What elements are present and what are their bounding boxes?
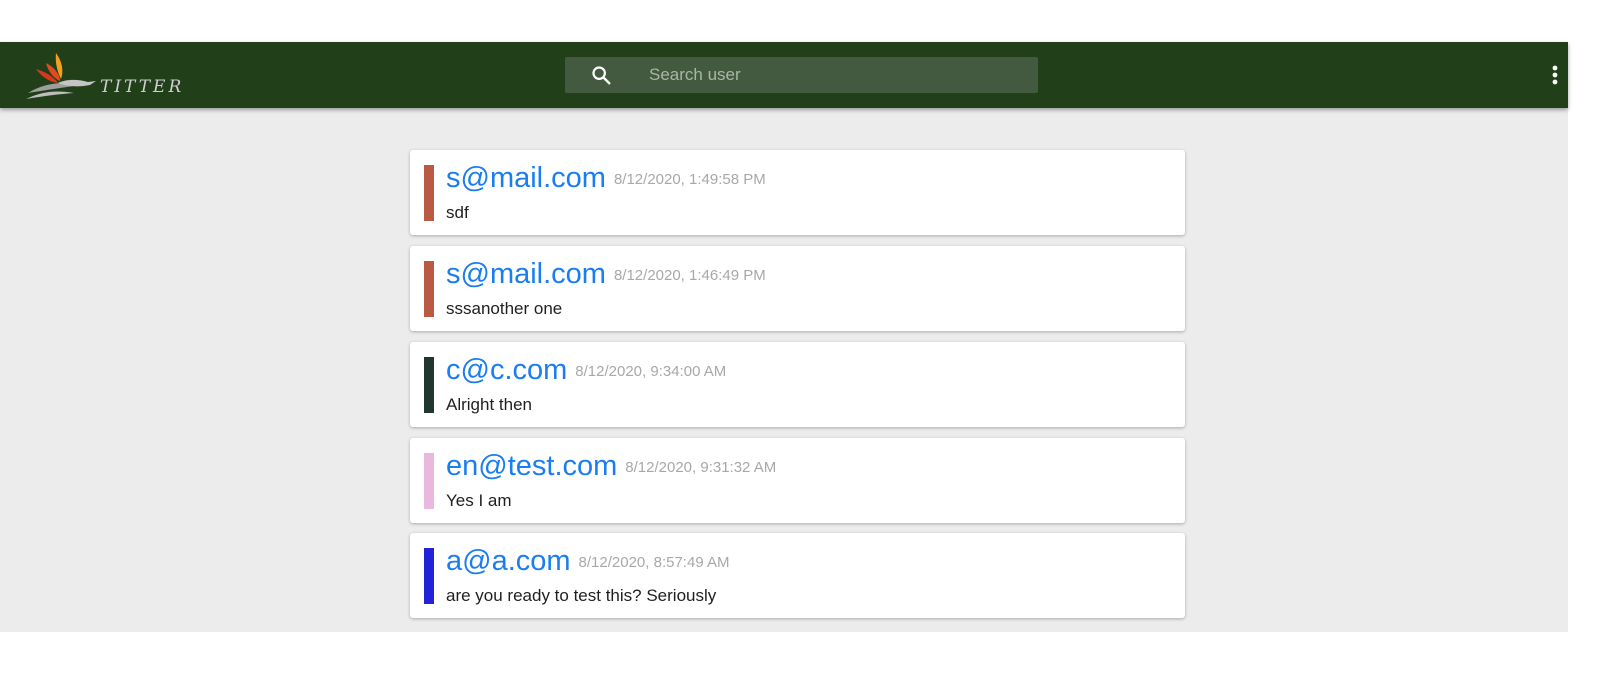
app-bar: TITTER	[0, 42, 1568, 108]
more-options-button[interactable]	[1543, 62, 1567, 88]
post-card[interactable]: s@mail.com 8/12/2020, 1:49:58 PM sdf	[410, 150, 1185, 235]
post-card[interactable]: en@test.com 8/12/2020, 9:31:32 AM Yes I a…	[410, 438, 1185, 523]
post-header: s@mail.com 8/12/2020, 1:46:49 PM	[446, 258, 766, 291]
more-vert-icon	[1552, 65, 1558, 85]
post-card[interactable]: s@mail.com 8/12/2020, 1:46:49 PM sssanoth…	[410, 246, 1185, 331]
user-color-bar	[424, 548, 434, 604]
feed: s@mail.com 8/12/2020, 1:49:58 PM sdf s@ma…	[0, 108, 1568, 632]
search-icon[interactable]	[590, 64, 612, 86]
bird-logo-icon	[26, 53, 96, 99]
app-logo[interactable]: TITTER	[22, 47, 181, 103]
user-color-bar	[424, 453, 434, 509]
post-timestamp: 8/12/2020, 9:34:00 AM	[575, 363, 727, 380]
post-author-email[interactable]: en@test.com	[446, 450, 617, 482]
post-header: c@c.com 8/12/2020, 9:34:00 AM	[446, 354, 726, 387]
user-color-bar	[424, 261, 434, 317]
user-color-bar	[424, 357, 434, 413]
post-card[interactable]: a@a.com 8/12/2020, 8:57:49 AM are you rea…	[410, 533, 1185, 618]
post-author-email[interactable]: c@c.com	[446, 354, 567, 386]
post-message: sdf	[446, 203, 469, 222]
post-timestamp: 8/12/2020, 1:49:58 PM	[613, 171, 766, 188]
post-timestamp: 8/12/2020, 1:46:49 PM	[613, 267, 766, 284]
post-timestamp: 8/12/2020, 9:31:32 AM	[625, 459, 777, 476]
post-author-email[interactable]: s@mail.com	[446, 258, 606, 290]
post-message: sssanother one	[446, 299, 563, 318]
post-timestamp: 8/12/2020, 8:57:49 AM	[578, 554, 730, 571]
post-author-email[interactable]: s@mail.com	[446, 162, 606, 194]
post-header: a@a.com 8/12/2020, 8:57:49 AM	[446, 545, 730, 578]
user-color-bar	[424, 165, 434, 221]
post-message: are you ready to test this? Seriously	[446, 586, 717, 605]
post-message: Alright then	[446, 395, 532, 414]
post-header: s@mail.com 8/12/2020, 1:49:58 PM	[446, 162, 766, 195]
post-header: en@test.com 8/12/2020, 9:31:32 AM	[446, 450, 776, 483]
search-box[interactable]	[565, 57, 1038, 93]
post-card[interactable]: c@c.com 8/12/2020, 9:34:00 AM Alright the…	[410, 342, 1185, 427]
search-input[interactable]	[649, 57, 1019, 93]
post-message: Yes I am	[446, 491, 512, 510]
post-author-email[interactable]: a@a.com	[446, 545, 571, 577]
logo-text: TITTER	[100, 77, 185, 97]
